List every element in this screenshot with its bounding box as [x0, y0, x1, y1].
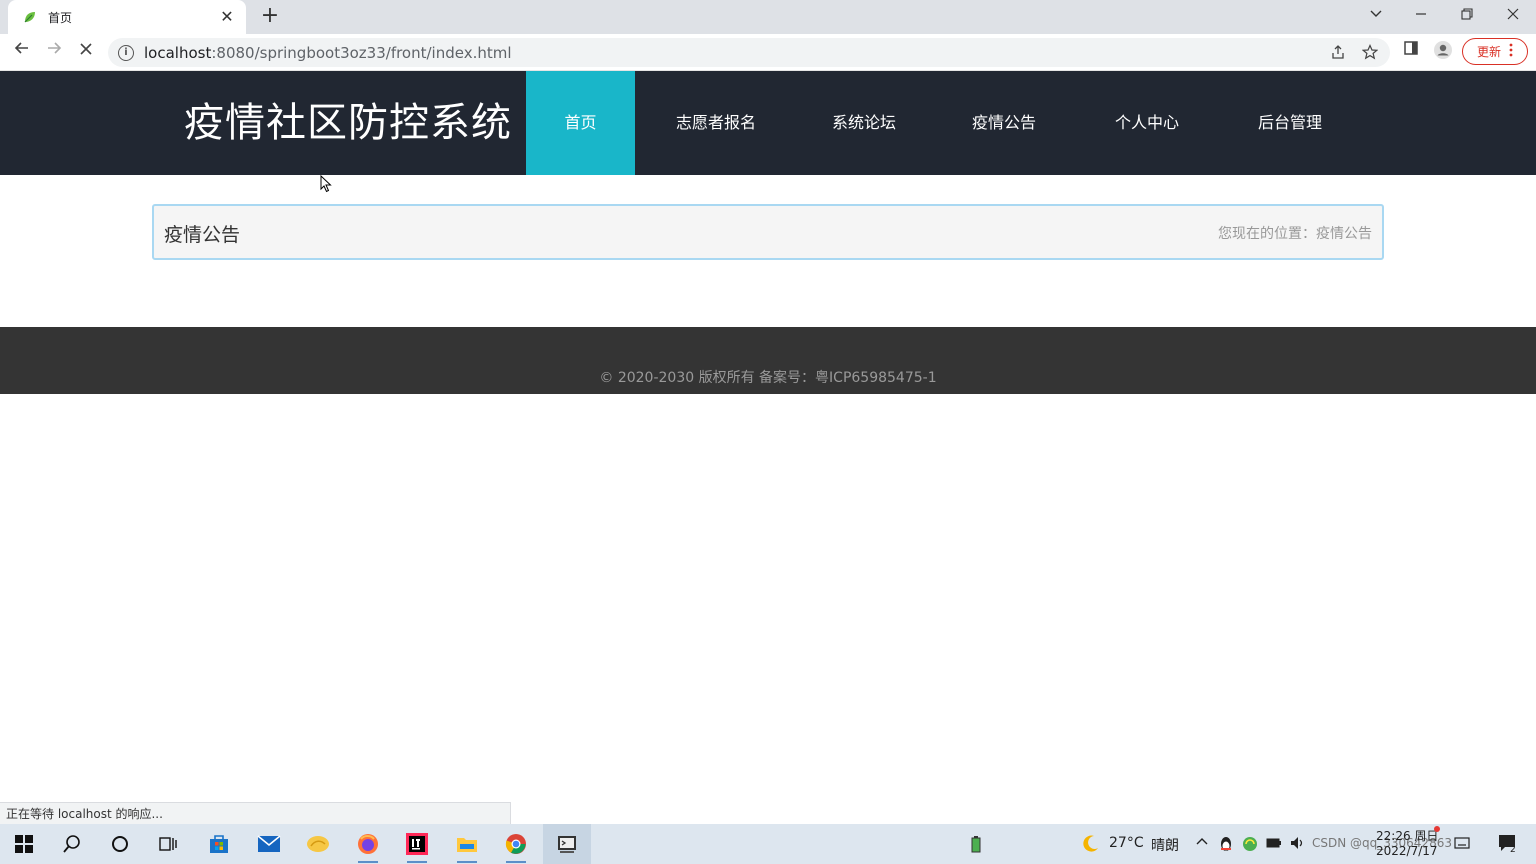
- close-window-icon[interactable]: [1497, 4, 1529, 28]
- tab-close-icon[interactable]: ✕: [218, 8, 236, 26]
- share-icon[interactable]: [1328, 44, 1348, 64]
- copyright-text: © 2020-2030 版权所有 备案号：粤ICP65985475-1: [599, 370, 937, 386]
- more-menu-icon: [1509, 43, 1513, 60]
- nav-item-volunteer[interactable]: 志愿者报名: [655, 71, 777, 175]
- leaf-favicon-icon: [22, 9, 38, 25]
- mail-icon[interactable]: [253, 828, 285, 860]
- breadcrumb-panel: 疫情公告 您现在的位置：疫情公告: [152, 204, 1384, 260]
- page-title: 疫情公告: [164, 224, 241, 246]
- tab-search-chevron-icon[interactable]: [1360, 4, 1392, 28]
- new-tab-button[interactable]: +: [258, 5, 282, 28]
- windows-taskbar: 27°C 晴朗 CSDN @qq_330642863 22:26 周日 2022…: [0, 824, 1536, 864]
- mouse-cursor-icon: [320, 174, 332, 193]
- nav-item-profile[interactable]: 个人中心: [1093, 71, 1201, 175]
- profile-avatar-icon[interactable]: [1432, 40, 1454, 62]
- clock-time: 22:26 周日: [1376, 829, 1439, 843]
- site-info-icon[interactable]: i: [118, 44, 134, 61]
- restore-icon[interactable]: [1451, 4, 1483, 28]
- sync-tray-icon[interactable]: [1242, 836, 1258, 852]
- nav-item-forum[interactable]: 系统论坛: [810, 71, 918, 175]
- battery-icon[interactable]: [1266, 836, 1282, 852]
- notes-app-icon[interactable]: [302, 828, 334, 860]
- breadcrumb-location: 您现在的位置：疫情公告: [1218, 226, 1372, 242]
- weather-temperature: 27°C: [1109, 835, 1144, 851]
- moon-weather-icon[interactable]: [1080, 834, 1100, 854]
- intellij-idea-icon[interactable]: [401, 828, 433, 863]
- stop-loading-icon[interactable]: [73, 40, 99, 64]
- chrome-icon[interactable]: [500, 828, 532, 863]
- forward-arrow-icon[interactable]: [41, 40, 67, 64]
- notification-count: 2: [1510, 845, 1516, 853]
- file-explorer-icon[interactable]: [451, 828, 483, 863]
- minimize-icon[interactable]: [1405, 4, 1437, 28]
- address-bar[interactable]: i localhost:8080/springboot3oz33/front/i…: [108, 38, 1390, 67]
- browser-status-bubble: 正在等待 localhost 的响应...: [0, 802, 511, 824]
- nav-item-admin[interactable]: 后台管理: [1236, 71, 1344, 175]
- cortana-icon[interactable]: [104, 828, 136, 860]
- clock-date: 2022/7/17: [1376, 844, 1438, 858]
- site-footer: © 2020-2030 版权所有 备案号：粤ICP65985475-1: [0, 327, 1536, 394]
- terminal-app-icon[interactable]: [543, 824, 591, 864]
- weather-description: 晴朗: [1151, 838, 1179, 854]
- search-icon[interactable]: [56, 828, 88, 860]
- tray-chevron-up-icon[interactable]: [1194, 836, 1210, 852]
- nav-item-home[interactable]: 首页: [526, 71, 635, 175]
- action-center-icon[interactable]: 2: [1496, 833, 1518, 855]
- battery-charging-icon[interactable]: [962, 828, 990, 860]
- qq-penguin-icon[interactable]: [1218, 836, 1234, 852]
- update-button[interactable]: 更新: [1462, 38, 1528, 65]
- update-label: 更新: [1476, 45, 1501, 59]
- ime-keyboard-icon[interactable]: [1454, 836, 1470, 852]
- tab-title: 首页: [48, 10, 73, 25]
- bookmark-star-icon[interactable]: [1360, 44, 1380, 64]
- nav-item-announcements[interactable]: 疫情公告: [950, 71, 1058, 175]
- task-view-icon[interactable]: [152, 828, 184, 860]
- url-text: localhost:8080/springboot3oz33/front/ind…: [144, 43, 512, 62]
- notification-dot-icon: [1434, 826, 1440, 832]
- side-panel-icon[interactable]: [1400, 40, 1422, 62]
- site-title: 疫情社区防控系统: [184, 100, 512, 146]
- browser-toolbar: i localhost:8080/springboot3oz33/front/i…: [0, 34, 1536, 71]
- back-arrow-icon[interactable]: [9, 40, 35, 64]
- site-header: 疫情社区防控系统 首页 志愿者报名 系统论坛 疫情公告 个人中心 后台管理: [0, 71, 1536, 175]
- microsoft-store-icon[interactable]: [203, 828, 235, 860]
- firefox-icon[interactable]: [352, 828, 384, 863]
- browser-tab-strip: 首页 ✕ +: [0, 0, 1536, 34]
- speaker-volume-icon[interactable]: [1290, 836, 1306, 852]
- browser-tab-home[interactable]: 首页 ✕: [8, 0, 246, 34]
- windows-start-icon[interactable]: [8, 828, 40, 860]
